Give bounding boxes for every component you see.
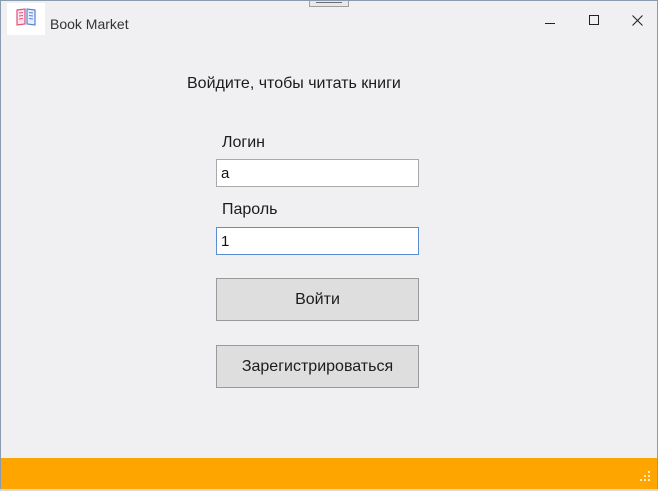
close-icon	[631, 14, 643, 26]
login-button[interactable]: Войти	[216, 278, 419, 321]
book-icon	[16, 8, 36, 26]
password-input[interactable]	[216, 227, 419, 255]
title-bar[interactable]: Book Market	[1, 1, 657, 45]
drag-handle-icon[interactable]	[309, 1, 349, 7]
app-window: Book Market Войдите, чтобы читать книги …	[0, 0, 658, 491]
maximize-icon	[589, 15, 599, 25]
app-icon	[7, 3, 45, 35]
password-label: Пароль	[222, 201, 278, 218]
login-input[interactable]	[216, 159, 419, 187]
status-bar	[1, 458, 657, 490]
maximize-button[interactable]	[572, 6, 616, 34]
minimize-button[interactable]	[528, 6, 572, 34]
window-title: Book Market	[50, 16, 129, 32]
resize-grip-icon[interactable]	[639, 470, 651, 482]
login-label: Логин	[222, 134, 266, 151]
login-prompt: Войдите, чтобы читать книги	[187, 75, 401, 92]
close-button[interactable]	[615, 6, 657, 34]
minimize-icon	[545, 23, 555, 24]
register-button[interactable]: Зарегистрироваться	[216, 345, 419, 388]
